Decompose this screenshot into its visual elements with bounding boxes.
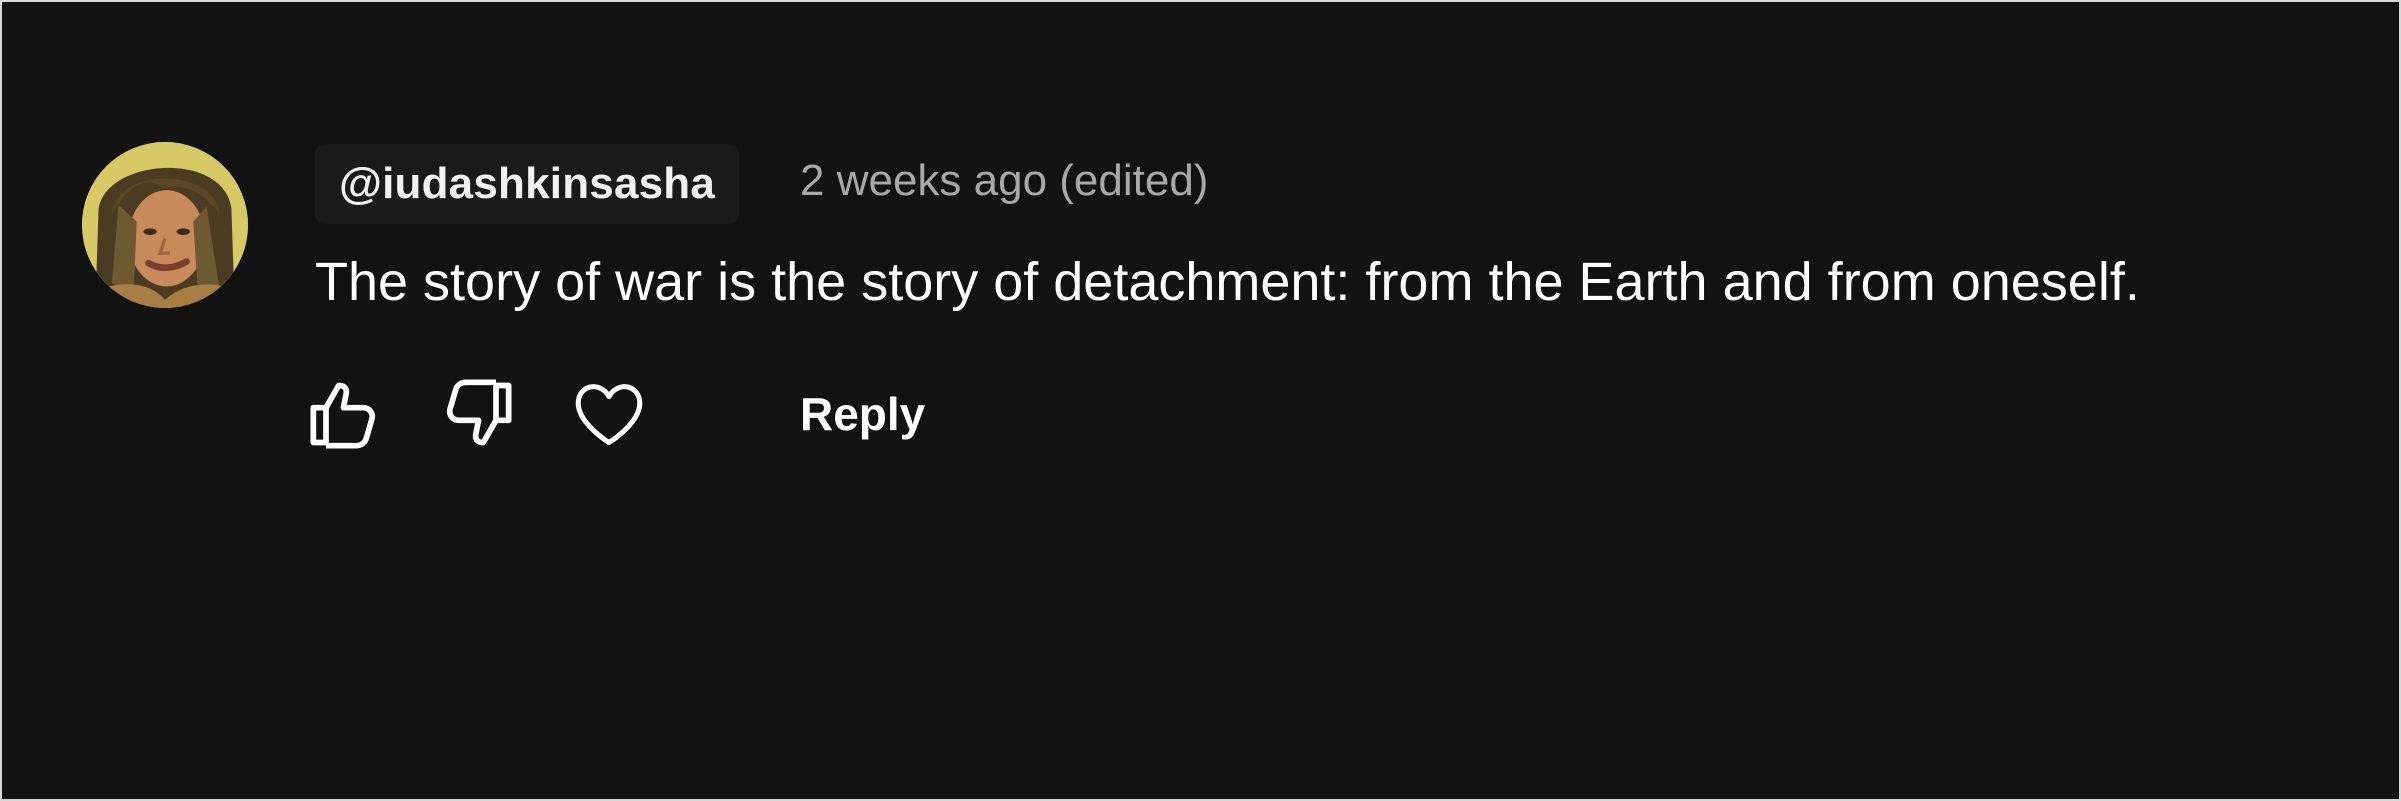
heart-button[interactable] (566, 374, 652, 454)
avatar[interactable] (82, 142, 248, 308)
reply-button[interactable]: Reply (800, 387, 925, 441)
thumbs-down-icon (446, 379, 512, 446)
thumbs-up-icon (310, 382, 376, 449)
author-chip[interactable]: @iudashkinsasha (315, 144, 740, 224)
like-button[interactable] (302, 374, 388, 454)
comment-actions: Reply (302, 374, 925, 454)
heart-icon (575, 384, 643, 446)
avatar-image (82, 142, 248, 308)
comment-text: The story of war is the story of detachm… (315, 252, 2140, 312)
comment-card: @iudashkinsasha 2 weeks ago (edited) The… (2, 2, 2399, 799)
comment-timestamp: 2 weeks ago (edited) (800, 156, 1209, 205)
author-name[interactable]: @iudashkinsasha (339, 159, 715, 209)
screenshot-frame: @iudashkinsasha 2 weeks ago (edited) The… (0, 0, 2401, 801)
dislike-button[interactable] (434, 374, 520, 454)
